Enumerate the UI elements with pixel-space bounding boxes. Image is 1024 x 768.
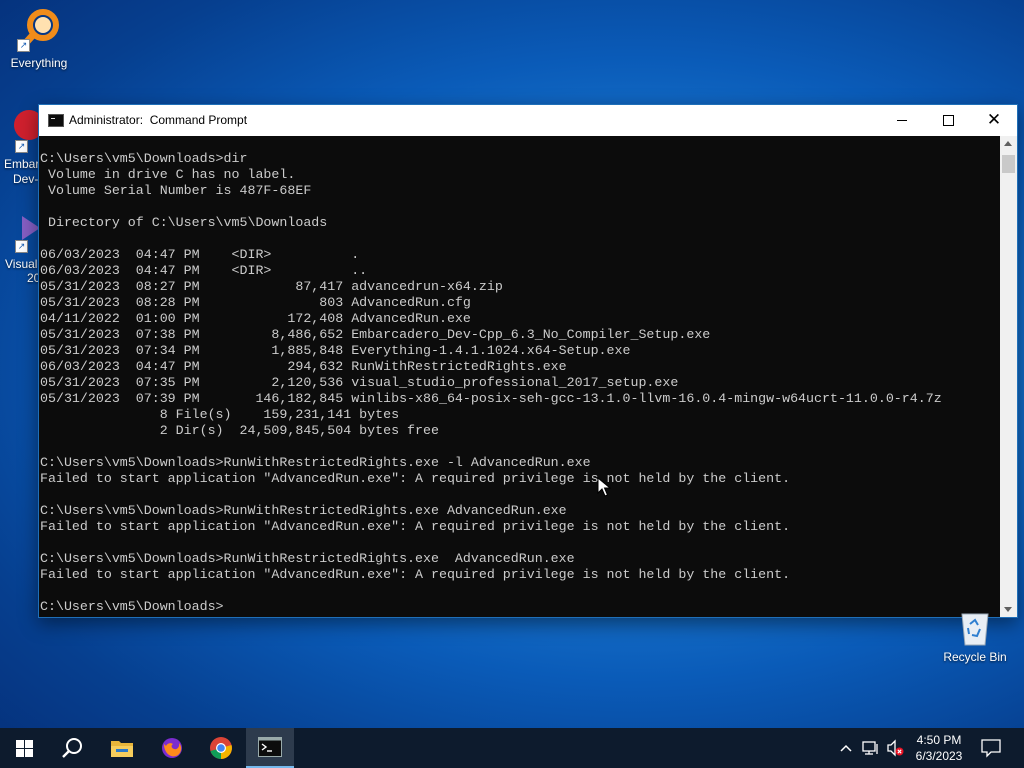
taskbar-file-explorer[interactable]	[98, 728, 146, 768]
title-bar[interactable]: Administrator: Command Prompt ✕	[39, 105, 1017, 136]
scroll-up-icon[interactable]	[1004, 141, 1012, 146]
vertical-scrollbar[interactable]	[1000, 136, 1017, 617]
close-icon: ✕	[986, 110, 1002, 130]
console-output[interactable]: C:\Users\vm5\Downloads>dir Volume in dri…	[39, 136, 999, 617]
close-button[interactable]: ✕	[971, 105, 1017, 136]
console-line: Failed to start application "AdvancedRun…	[40, 519, 791, 534]
command-prompt-icon	[48, 114, 64, 127]
console-line: C:\Users\vm5\Downloads>RunWithRestricted…	[40, 503, 567, 518]
console-line: Directory of C:\Users\vm5\Downloads	[40, 215, 328, 230]
chrome-icon	[210, 737, 232, 759]
console-line: C:\Users\vm5\Downloads>RunWithRestricted…	[40, 455, 591, 470]
console-line: 05/31/2023 07:38 PM 8,486,652 Embarcader…	[40, 327, 711, 342]
notification-icon	[981, 739, 1001, 758]
clock-date: 6/3/2023	[915, 749, 963, 763]
desktop-icon-visual-studio[interactable]: ↗	[14, 212, 40, 253]
console-line: Failed to start application "AdvancedRun…	[40, 471, 791, 486]
console-line: 05/31/2023 08:27 PM 87,417 advancedrun-x…	[40, 279, 503, 294]
shortcut-arrow-icon: ↗	[15, 140, 28, 153]
scroll-thumb[interactable]	[1002, 155, 1015, 173]
desktop-icon-embarcadero[interactable]: ↗	[14, 110, 44, 153]
search-icon	[62, 738, 82, 758]
console-line: 05/31/2023 07:35 PM 2,120,536 visual_stu…	[40, 375, 679, 390]
console-line: Failed to start application "AdvancedRun…	[40, 567, 791, 582]
start-button[interactable]	[0, 728, 48, 768]
console-line: C:\Users\vm5\Downloads>RunWithRestricted…	[40, 551, 575, 566]
console-line: Volume Serial Number is 487F-68EF	[40, 183, 312, 198]
minimize-icon	[897, 120, 907, 121]
console-line: 06/03/2023 04:47 PM <DIR> ..	[40, 263, 368, 278]
console-line: C:\Users\vm5\Downloads>dir	[40, 151, 248, 166]
console-line: 8 File(s) 159,231,141 bytes	[40, 407, 400, 422]
desktop-icon-label: Recycle Bin	[943, 650, 1007, 664]
firefox-icon	[162, 738, 182, 758]
command-prompt-icon	[258, 737, 282, 757]
notification-center-button[interactable]	[980, 738, 1002, 758]
search-button[interactable]	[48, 728, 96, 768]
recycle-bin-icon	[958, 608, 992, 646]
chevron-up-icon[interactable]	[839, 739, 853, 757]
console-line: 05/31/2023 08:28 PM 803 AdvancedRun.cfg	[40, 295, 471, 310]
console-line: 06/03/2023 04:47 PM <DIR> .	[40, 247, 360, 262]
console-line: 2 Dir(s) 24,509,845,504 bytes free	[40, 423, 439, 438]
console-line: Volume in drive C has no label.	[40, 167, 296, 182]
maximize-icon	[942, 115, 954, 126]
window-title: Administrator: Command Prompt	[69, 113, 248, 127]
taskbar[interactable]: 4:50 PM 6/3/2023	[0, 728, 1024, 768]
console-line: 05/31/2023 07:39 PM 146,182,845 winlibs-…	[40, 391, 942, 406]
start-icon	[15, 739, 33, 757]
taskbar-chrome[interactable]	[197, 728, 245, 768]
console-line: 06/03/2023 04:47 PM 294,632 RunWithRestr…	[40, 359, 567, 374]
system-clock[interactable]: 4:50 PM 6/3/2023	[906, 732, 972, 764]
taskbar-command-prompt[interactable]	[246, 728, 294, 768]
console-text: C:\Users\vm5\Downloads>dir Volume in dri…	[40, 151, 942, 615]
desktop-icon-label: Everything	[10, 56, 68, 70]
desktop-icon-everything[interactable]: ↗ Everything	[1, 8, 77, 70]
desktop-icon-label: Embar	[4, 157, 40, 171]
volume-muted-icon[interactable]	[886, 739, 904, 757]
console-line: 05/31/2023 07:34 PM 1,885,848 Everything…	[40, 343, 631, 358]
taskbar-firefox[interactable]	[148, 728, 196, 768]
console-line: 04/11/2022 01:00 PM 172,408 AdvancedRun.…	[40, 311, 471, 326]
command-prompt-window[interactable]: Administrator: Command Prompt ✕ C:\Users…	[38, 104, 1018, 618]
desktop-icon-label: Dev-	[13, 172, 39, 186]
desktop-icon-recycle-bin[interactable]: Recycle Bin	[937, 608, 1013, 664]
maximize-button[interactable]	[925, 105, 971, 136]
network-icon[interactable]	[862, 739, 880, 757]
minimize-button[interactable]	[879, 105, 925, 136]
console-line: C:\Users\vm5\Downloads>	[40, 599, 224, 614]
file-explorer-icon	[111, 741, 133, 757]
everything-icon: ↗	[17, 8, 61, 52]
clock-time: 4:50 PM	[916, 733, 962, 747]
desktop-icon-label: Visual	[5, 257, 38, 271]
shortcut-arrow-icon: ↗	[15, 240, 28, 253]
shortcut-arrow-icon: ↗	[17, 39, 30, 52]
